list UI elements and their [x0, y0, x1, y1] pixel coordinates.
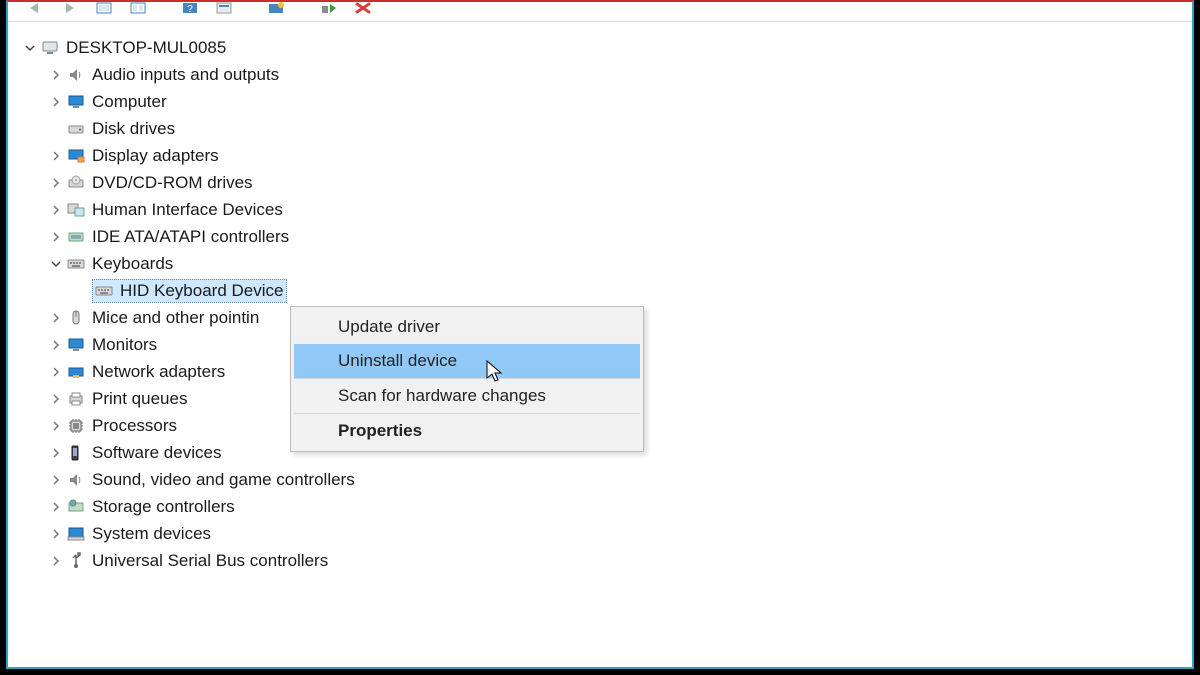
keyboard-icon — [94, 281, 114, 301]
storage-controller-icon — [66, 497, 86, 517]
tree-item-label: Sound, video and game controllers — [92, 466, 355, 493]
tree-item-system[interactable]: System devices — [12, 520, 1188, 547]
tree-item-audio[interactable]: Audio inputs and outputs — [12, 61, 1188, 88]
chevron-right-icon[interactable] — [48, 445, 64, 461]
system-device-icon — [66, 524, 86, 544]
tree-item-label: Display adapters — [92, 142, 219, 169]
tree-item-label: DVD/CD-ROM drives — [92, 169, 253, 196]
tree-item-label: Processors — [92, 412, 177, 439]
chevron-down-icon[interactable] — [48, 256, 64, 272]
toolbar-props-icon[interactable] — [216, 2, 236, 14]
mouse-icon — [66, 308, 86, 328]
tree-item-hid-keyboard[interactable]: HID Keyboard Device — [12, 277, 1188, 304]
tree-item-label: Keyboards — [92, 250, 173, 277]
tree-item-display[interactable]: Display adapters — [12, 142, 1188, 169]
network-icon — [66, 362, 86, 382]
tree-root-label: DESKTOP-MUL0085 — [66, 34, 226, 61]
chevron-right-icon[interactable] — [48, 418, 64, 434]
toolbar-help-icon[interactable]: ? — [182, 2, 202, 14]
usb-icon — [66, 551, 86, 571]
tree-item-dvd[interactable]: DVD/CD-ROM drives — [12, 169, 1188, 196]
display-adapter-icon — [66, 146, 86, 166]
menu-scan-hardware[interactable]: Scan for hardware changes — [294, 379, 640, 413]
tree-item-sound[interactable]: Sound, video and game controllers — [12, 466, 1188, 493]
menu-update-driver[interactable]: Update driver — [294, 310, 640, 344]
speaker-icon — [66, 470, 86, 490]
tree-item-usb[interactable]: Universal Serial Bus controllers — [12, 547, 1188, 574]
menu-uninstall-device[interactable]: Uninstall device — [294, 344, 640, 379]
chevron-down-icon[interactable] — [22, 40, 38, 56]
tree-item-label: Network adapters — [92, 358, 225, 385]
keyboard-icon — [66, 254, 86, 274]
toolbar-scan-icon[interactable] — [268, 2, 288, 14]
chevron-right-icon[interactable] — [48, 67, 64, 83]
toolbar-enable-icon[interactable] — [320, 2, 340, 14]
chevron-right-icon[interactable] — [48, 391, 64, 407]
chevron-right-icon[interactable] — [48, 94, 64, 110]
tree-item-label: Audio inputs and outputs — [92, 61, 279, 88]
tree-item-label: Software devices — [92, 439, 221, 466]
toolbar-back-icon[interactable] — [28, 2, 48, 14]
tree-item-hid[interactable]: Human Interface Devices — [12, 196, 1188, 223]
tree-item-label: Disk drives — [92, 115, 175, 142]
tree-item-label: Monitors — [92, 331, 157, 358]
context-menu: Update driver Uninstall device Scan for … — [290, 306, 644, 452]
hid-icon — [66, 200, 86, 220]
chevron-right-icon[interactable] — [48, 148, 64, 164]
tree-item-ide[interactable]: IDE ATA/ATAPI controllers — [12, 223, 1188, 250]
software-device-icon — [66, 443, 86, 463]
tree-item-label: Human Interface Devices — [92, 196, 283, 223]
ide-icon — [66, 227, 86, 247]
chevron-right-icon[interactable] — [48, 364, 64, 380]
tree-item-label: Print queues — [92, 385, 187, 412]
toolbar-forward-icon[interactable] — [62, 2, 82, 14]
toolbar-grid2-icon[interactable] — [130, 2, 150, 14]
menu-properties[interactable]: Properties — [294, 413, 640, 448]
tree-item-disk[interactable]: Disk drives — [12, 115, 1188, 142]
chevron-right-icon[interactable] — [48, 229, 64, 245]
tree-item-label: HID Keyboard Device — [120, 277, 283, 304]
drive-icon — [66, 119, 86, 139]
tree-item-storage[interactable]: Storage controllers — [12, 493, 1188, 520]
tree-item-label: Storage controllers — [92, 493, 235, 520]
tree-item-label: Universal Serial Bus controllers — [92, 547, 328, 574]
tree-root[interactable]: DESKTOP-MUL0085 — [12, 34, 1188, 61]
cpu-icon — [66, 416, 86, 436]
tree-item-label: Computer — [92, 88, 167, 115]
speaker-icon — [66, 65, 86, 85]
printer-icon — [66, 389, 86, 409]
chevron-right-icon[interactable] — [48, 499, 64, 515]
chevron-right-icon[interactable] — [48, 526, 64, 542]
toolbar-grid1-icon[interactable] — [96, 2, 116, 14]
toolbar-disable-icon[interactable] — [354, 2, 374, 14]
device-manager-window: ? DESKTOP-MUL0085 Audio inputs and outpu… — [6, 0, 1194, 669]
chevron-right-icon[interactable] — [48, 202, 64, 218]
svg-text:?: ? — [187, 4, 193, 14]
chevron-right-icon[interactable] — [48, 337, 64, 353]
tree-item-label: Mice and other pointin — [92, 304, 259, 331]
tree-item-label: System devices — [92, 520, 211, 547]
computer-icon — [40, 38, 60, 58]
disc-drive-icon — [66, 173, 86, 193]
tree-item-keyboards[interactable]: Keyboards — [12, 250, 1188, 277]
tree-item-computer[interactable]: Computer — [12, 88, 1188, 115]
chevron-right-icon[interactable] — [48, 553, 64, 569]
chevron-right-icon[interactable] — [48, 472, 64, 488]
chevron-right-icon[interactable] — [48, 175, 64, 191]
tree-item-label: IDE ATA/ATAPI controllers — [92, 223, 289, 250]
chevron-right-icon[interactable] — [48, 310, 64, 326]
monitor-icon — [66, 92, 86, 112]
toolbar: ? — [8, 2, 1192, 22]
monitor-icon — [66, 335, 86, 355]
